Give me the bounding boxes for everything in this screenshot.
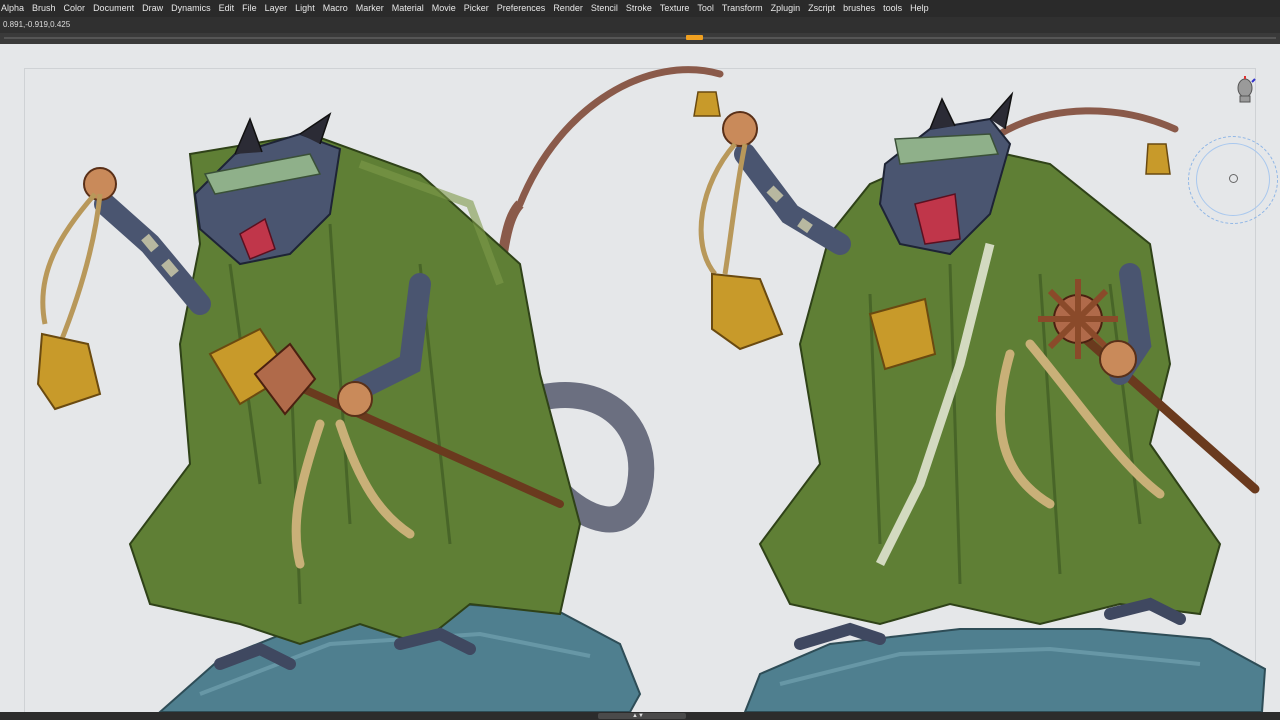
menu-brush[interactable]: Brush (28, 0, 60, 17)
head-gizmo-icon[interactable] (1234, 76, 1256, 109)
menu-macro[interactable]: Macro (319, 0, 352, 17)
left-rope (40, 192, 103, 345)
menu-light[interactable]: Light (291, 0, 319, 17)
left-arm (94, 193, 211, 315)
menu-file[interactable]: File (238, 0, 261, 17)
menu-draw[interactable]: Draw (138, 0, 167, 17)
timeline-track[interactable] (4, 37, 1276, 39)
menu-edit[interactable]: Edit (215, 0, 239, 17)
menu-document[interactable]: Document (89, 0, 138, 17)
menu-bar: Alpha Brush Color Document Draw Dynamics… (0, 0, 1280, 18)
menu-picker[interactable]: Picker (460, 0, 493, 17)
left-rat-character[interactable] (36, 66, 724, 712)
menu-tool[interactable]: Tool (693, 0, 718, 17)
right-bell-1 (711, 272, 784, 351)
cursor-coordinates: 0.891,-0.919,0.425 (3, 20, 71, 29)
canvas-viewport[interactable] (0, 44, 1280, 712)
sculpt-scene[interactable] (0, 44, 1280, 712)
menu-layer[interactable]: Layer (261, 0, 292, 17)
menu-zscript[interactable]: Zscript (804, 0, 839, 17)
menu-stroke[interactable]: Stroke (622, 0, 656, 17)
menu-stencil[interactable]: Stencil (587, 0, 622, 17)
menu-marker[interactable]: Marker (352, 0, 388, 17)
menu-tools[interactable]: tools (879, 0, 906, 17)
right-tail-bell (1145, 143, 1171, 175)
menu-color[interactable]: Color (60, 0, 90, 17)
menu-transform[interactable]: Transform (718, 0, 767, 17)
menu-alpha[interactable]: Alpha (0, 0, 28, 17)
top-hanging-bell (693, 91, 721, 117)
menu-render[interactable]: Render (549, 0, 587, 17)
menu-brushes[interactable]: brushes (839, 0, 879, 17)
menu-zplugin[interactable]: Zplugin (767, 0, 805, 17)
menu-preferences[interactable]: Preferences (493, 0, 550, 17)
right-rat-character[interactable] (693, 91, 1267, 712)
menu-movie[interactable]: Movie (428, 0, 460, 17)
right-hand (722, 111, 758, 147)
menu-material[interactable]: Material (388, 0, 428, 17)
right-robe (758, 142, 1222, 626)
menu-help[interactable]: Help (906, 0, 933, 17)
left-bell-1 (36, 332, 102, 411)
right-arm (734, 143, 851, 255)
menu-dynamics[interactable]: Dynamics (167, 0, 215, 17)
bottom-tray-bar: ▲▼ (0, 712, 1280, 720)
info-bar: 0.891,-0.919,0.425 (0, 17, 1280, 33)
timeline-marker[interactable] (686, 35, 703, 40)
menu-texture[interactable]: Texture (656, 0, 694, 17)
expand-arrows-icon[interactable]: ▲▼ (632, 712, 644, 720)
navigation-center-dot[interactable] (1229, 174, 1238, 183)
